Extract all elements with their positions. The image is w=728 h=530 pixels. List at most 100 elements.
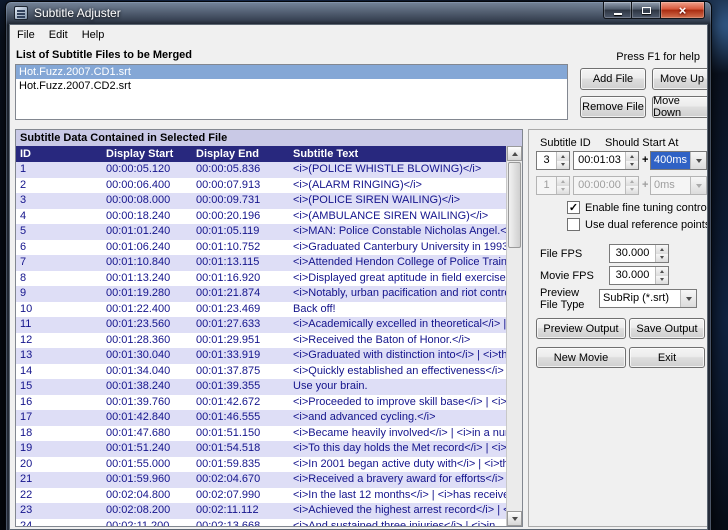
new-movie-button[interactable]: New Movie <box>536 347 626 368</box>
file-fps-stepper[interactable]: 30.000 <box>609 244 669 263</box>
table-row[interactable]: 20 00:01:55.000 00:01:59.835 <i>In 2001 beg… <box>16 456 506 472</box>
table-row[interactable]: 10 00:01:22.400 00:01:23.469 Back off! <box>16 301 506 317</box>
subtitle-table: Subtitle Data Contained in Selected File… <box>15 129 523 527</box>
table-row[interactable]: 13 00:01:30.040 00:01:33.919 <i>Graduated w… <box>16 348 506 364</box>
move-up-button[interactable]: Move Up <box>652 68 707 90</box>
table-cell: 00:01:27.633 <box>196 318 261 330</box>
close-button[interactable]: × <box>660 2 705 19</box>
table-cell: 00:01:06.240 <box>106 240 171 253</box>
table-row[interactable]: 5 00:01:01.240 00:01:05.119 <i>MAN: Police … <box>16 224 506 240</box>
dropdown-button[interactable] <box>680 290 696 307</box>
start-time-stepper-2[interactable]: 00:00:00 <box>573 176 639 195</box>
preview-output-button[interactable]: Preview Output <box>536 318 626 339</box>
start-time-value[interactable]: 00:01:03 <box>574 152 625 169</box>
subtitle-id-stepper[interactable]: 3 <box>536 151 570 170</box>
ms-offset-value[interactable]: 400ms <box>651 152 690 169</box>
move-down-button[interactable]: Move Down <box>652 95 707 119</box>
table-row[interactable]: 16 00:01:39.760 00:01:42.672 <i>Proceeded t… <box>16 394 506 410</box>
table-scrollbar[interactable] <box>506 146 522 526</box>
titlebar[interactable]: Subtitle Adjuster × <box>6 2 711 24</box>
file-list-item[interactable]: Hot.Fuzz.2007.CD1.srt <box>16 65 567 79</box>
spin-up-button[interactable] <box>626 152 638 161</box>
table-row[interactable]: 7 00:01:10.840 00:01:13.115 <i>Attended Hen… <box>16 255 506 271</box>
spin-down-button[interactable] <box>656 253 668 262</box>
remove-file-button[interactable]: Remove File <box>580 96 646 118</box>
ms-offset-value-2: 0ms <box>654 179 675 191</box>
spin-up-button[interactable] <box>656 245 668 254</box>
spin-down-button[interactable] <box>626 160 638 169</box>
table-row[interactable]: 14 00:01:34.040 00:01:37.875 <i>Quickly est… <box>16 363 506 379</box>
exit-button[interactable]: Exit <box>629 347 705 368</box>
file-list-item[interactable]: Hot.Fuzz.2007.CD2.srt <box>16 79 567 93</box>
table-cell: 00:01:55.000 <box>106 457 171 470</box>
table-row[interactable]: 4 00:00:18.240 00:00:20.196 <i>(AMBULANCE S… <box>16 208 506 224</box>
spin-up-button[interactable] <box>557 152 569 161</box>
spin-down-button[interactable] <box>656 275 668 284</box>
dual-reference-checkbox[interactable]: Use dual reference points <box>567 218 707 231</box>
scroll-up-button[interactable] <box>507 146 522 161</box>
dual-reference-checkbox-box[interactable] <box>567 218 580 231</box>
table-cell: <i>(POLICE SIREN WAILING)</i> <box>293 194 461 206</box>
add-file-button[interactable]: Add File <box>580 68 646 90</box>
table-row[interactable]: 15 00:01:38.240 00:01:39.355 Use your brain… <box>16 379 506 395</box>
start-time-stepper[interactable]: 00:01:03 <box>573 151 639 170</box>
preview-file-type-value[interactable]: SubRip (*.srt) <box>600 290 680 307</box>
table-row[interactable]: 3 00:00:08.000 00:00:09.731 <i>(POLICE SIRE… <box>16 193 506 209</box>
save-output-button[interactable]: Save Output <box>629 318 705 339</box>
table-row[interactable]: 8 00:01:13.240 00:01:16.920 <i>Displayed gr… <box>16 270 506 286</box>
minimize-icon <box>613 12 622 15</box>
stepper-arrows <box>556 152 569 169</box>
table-cell: <i>Notably, urban pacification and riot … <box>293 287 506 299</box>
spin-up-button[interactable] <box>656 267 668 276</box>
dropdown-button[interactable] <box>690 152 706 169</box>
table-cell: <i>Achieved the highest arrest record</i… <box>293 504 506 516</box>
table-cell: 14 <box>20 364 33 377</box>
column-subtitle-text[interactable]: Subtitle Text <box>289 146 506 162</box>
file-fps-value[interactable]: 30.000 <box>610 245 655 262</box>
fine-tuning-checkbox[interactable]: ✓ Enable fine tuning controls <box>567 201 707 214</box>
column-display-end[interactable]: Display End <box>192 146 289 162</box>
movie-fps-value[interactable]: 30.000 <box>610 267 655 284</box>
file-list[interactable]: Hot.Fuzz.2007.CD1.srt Hot.Fuzz.2007.CD2.s… <box>15 64 568 120</box>
table-cell: 00:00:05.836 <box>196 163 261 175</box>
spin-down-icon <box>660 256 664 260</box>
table-row[interactable]: 22 00:02:04.800 00:02:07.990 <i>In the last… <box>16 487 506 503</box>
menu-help[interactable]: Help <box>75 27 112 43</box>
table-row[interactable]: 12 00:01:28.360 00:01:29.951 <i>Received th… <box>16 332 506 348</box>
table-row[interactable]: 19 00:01:51.240 00:01:54.518 <i>To this day… <box>16 441 506 457</box>
ms-offset-dropdown-2[interactable]: 0ms <box>650 176 707 195</box>
table-row[interactable]: 21 00:01:59.960 00:02:04.670 <i>Received a … <box>16 472 506 488</box>
table-row[interactable]: 2 00:00:06.400 00:00:07.913 <i>(ALARM RINGI… <box>16 177 506 193</box>
column-display-start[interactable]: Display Start <box>102 146 192 162</box>
scrollbar-thumb[interactable] <box>508 162 521 248</box>
menu-edit[interactable]: Edit <box>42 27 75 43</box>
ms-offset-dropdown[interactable]: 400ms <box>650 151 707 170</box>
table-row[interactable]: 24 00:02:11.200 00:02:13.668 <i>And sustain… <box>16 518 506 526</box>
table-row[interactable]: 1 00:00:05.120 00:00:05.836 <i>(POLICE WHIS… <box>16 162 506 178</box>
table-row[interactable]: 23 00:02:08.200 00:02:11.112 <i>Achieved th… <box>16 503 506 519</box>
table-cell: <i>and advanced cycling.</i> <box>293 411 436 423</box>
preview-file-type-label-line2: File Type <box>540 299 585 311</box>
table-cell: 00:01:42.840 <box>106 411 171 423</box>
subtitle-id-stepper-2[interactable]: 1 <box>536 176 570 195</box>
table-row[interactable]: 11 00:01:23.560 00:01:27.633 <i>Academicall… <box>16 317 506 333</box>
table-row[interactable]: 18 00:01:47.680 00:01:51.150 <i>Became heav… <box>16 425 506 441</box>
table-cell: <i>(ALARM RINGING)</i> <box>293 178 422 191</box>
table-row[interactable]: 9 00:01:19.280 00:01:21.874 <i>Notably, urb… <box>16 286 506 302</box>
movie-fps-stepper[interactable]: 30.000 <box>609 266 669 285</box>
table-row[interactable]: 6 00:01:06.240 00:01:10.752 <i>Graduated Ca… <box>16 239 506 255</box>
table-cell: 00:01:42.672 <box>196 395 261 408</box>
menu-file[interactable]: File <box>10 27 42 43</box>
maximize-button[interactable] <box>632 2 660 19</box>
spin-down-button <box>626 185 638 194</box>
fine-tuning-checkbox-box[interactable]: ✓ <box>567 201 580 214</box>
table-row[interactable]: 17 00:01:42.840 00:01:46.555 <i>and advance… <box>16 410 506 426</box>
preview-file-type-label-line1: Preview <box>540 287 580 299</box>
subtitle-id-value[interactable]: 3 <box>537 152 556 169</box>
preview-file-type-dropdown[interactable]: SubRip (*.srt) <box>599 289 697 308</box>
table-cell: <i>Graduated with distinction into</i> |… <box>293 349 506 361</box>
scroll-down-button[interactable] <box>507 511 522 526</box>
minimize-button[interactable] <box>603 2 632 19</box>
spin-down-button[interactable] <box>557 160 569 169</box>
column-id[interactable]: ID <box>16 146 102 162</box>
